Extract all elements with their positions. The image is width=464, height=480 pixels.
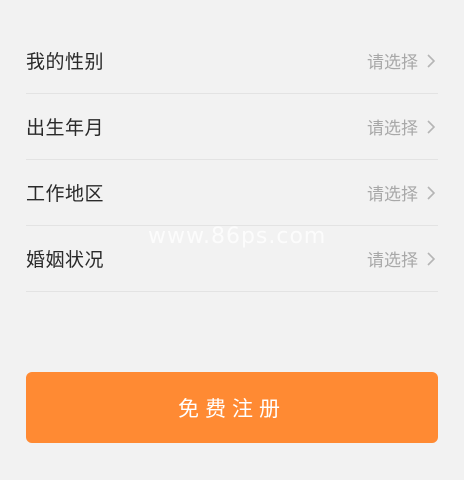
birth-date-row[interactable]: 出生年月 请选择 [26,94,438,160]
marital-status-value: 请选择 [367,251,418,271]
work-region-value: 请选择 [367,185,418,205]
chevron-right-icon [424,251,438,267]
free-register-label: 免费注册 [178,397,286,421]
marital-status-row[interactable]: 婚姻状况 请选择 [26,226,438,292]
birth-date-label: 出生年月 [26,117,105,139]
marital-status-label: 婚姻状况 [26,249,105,271]
chevron-right-icon [424,53,438,69]
marital-status-selector[interactable]: 请选择 [367,246,438,271]
work-region-selector[interactable]: 请选择 [367,180,438,205]
work-region-label: 工作地区 [26,183,105,205]
gender-value: 请选择 [367,53,418,73]
birth-date-value: 请选择 [367,119,418,139]
gender-label: 我的性别 [26,51,105,73]
profile-form: 我的性别 请选择 出生年月 请选择 工作地区 请选择 婚姻状况 请选择 [26,28,438,292]
gender-selector[interactable]: 请选择 [367,48,438,73]
birth-date-selector[interactable]: 请选择 [367,114,438,139]
chevron-right-icon [424,185,438,201]
work-region-row[interactable]: 工作地区 请选择 [26,160,438,226]
gender-row[interactable]: 我的性别 请选择 [26,28,438,94]
chevron-right-icon [424,119,438,135]
free-register-button[interactable]: 免费注册 [26,372,438,443]
